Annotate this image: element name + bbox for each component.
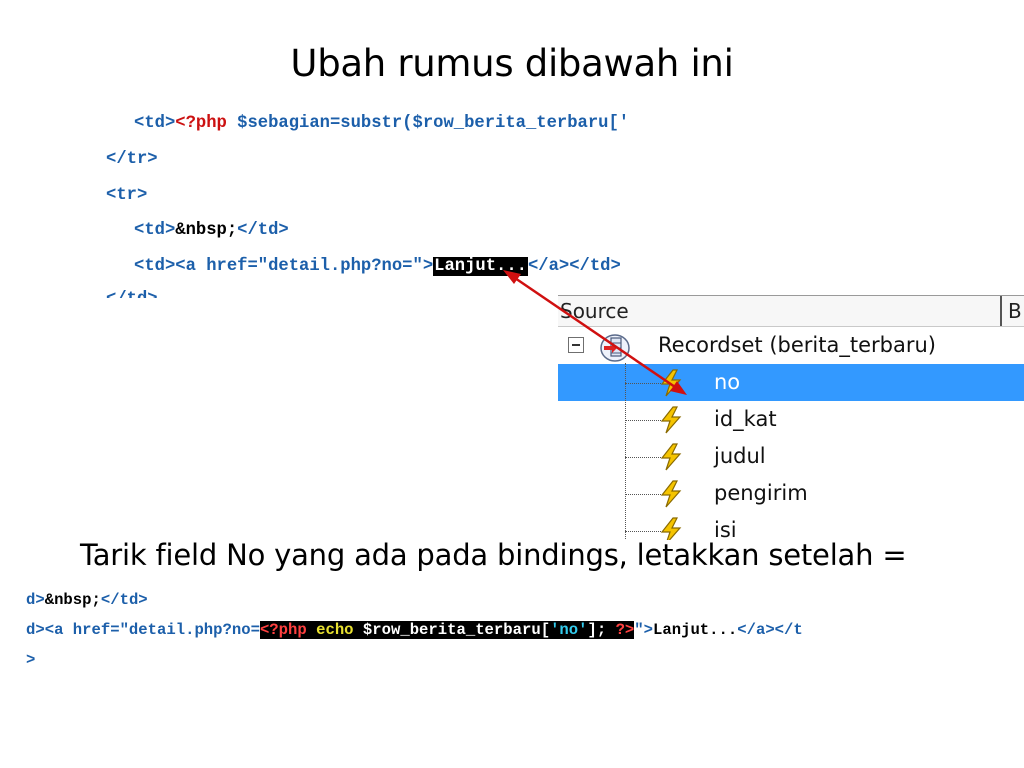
code-line-3: <tr> [106, 186, 148, 205]
code-line-4: <td>&nbsp;</td> [134, 221, 289, 241]
code-tag: <td> [134, 221, 176, 240]
link-text: Lanjut... [653, 621, 738, 639]
field-label: judul [714, 444, 766, 468]
href-value: "detail.php?no= [119, 621, 260, 639]
code-tag: </td> [100, 591, 148, 609]
field-bolt-icon [660, 443, 682, 471]
binding-column-header[interactable]: B [1008, 299, 1022, 323]
tree-connector [625, 363, 626, 540]
code-line-3: > [26, 651, 36, 669]
code-text: &nbsp; [44, 591, 101, 609]
php-echo: echo [306, 621, 363, 639]
php-end: ]; [587, 621, 616, 639]
php-open-tag: <?php [175, 114, 227, 133]
code-line-2: </tr> [106, 150, 158, 169]
php-open-tag: <?php [259, 621, 307, 639]
code-text: &nbsp; [175, 221, 238, 240]
field-bolt-icon [660, 480, 682, 508]
column-separator[interactable] [1000, 296, 1002, 326]
code-tag: </td> [237, 221, 289, 240]
code-tag: d> [26, 591, 45, 609]
slide-title: Ubah rumus dibawah ini [290, 42, 734, 85]
php-key: 'no' [550, 621, 588, 639]
bindings-header: Source B [558, 295, 1024, 327]
field-bolt-icon [660, 517, 682, 540]
code-tag: > [422, 257, 434, 276]
href-value: "> [634, 621, 654, 639]
field-label: id_kat [714, 407, 777, 431]
code-tag: </a></td> [527, 257, 621, 276]
code-tag: <td> [134, 114, 176, 133]
code-line-5: <td><a href="detail.php?no=">Lanjut...</… [134, 257, 621, 277]
code-snippet-before: <td><?php $sebagian=substr($row_berita_t… [0, 108, 790, 298]
php-code: $sebagian=substr($row_berita_terbaru[' [226, 114, 630, 133]
code-line-2: d><a href="detail.php?no=<?php echo $row… [26, 620, 803, 640]
inserted-php-code: <?php echo $row_berita_terbaru['no']; ?> [259, 621, 635, 639]
code-line-1: <td><?php $sebagian=substr($row_berita_t… [134, 114, 629, 134]
field-bolt-icon [660, 406, 682, 434]
code-snippet-after: d>&nbsp;</td> d><a href="detail.php?no=<… [0, 588, 1024, 678]
code-tag: <td><a href= [134, 257, 258, 276]
php-variable: $row_berita_terbaru[ [362, 621, 551, 639]
code-tag: </a></t [737, 621, 803, 639]
code-line-1: d>&nbsp;</td> [26, 590, 148, 610]
field-row-isi[interactable]: isi [558, 512, 1024, 540]
collapse-toggle-icon[interactable] [568, 337, 584, 353]
code-tag: d><a href= [26, 621, 120, 639]
source-column-header[interactable]: Source [560, 299, 629, 323]
selected-link-text: Lanjut... [433, 257, 528, 276]
field-label: isi [714, 518, 737, 540]
field-bolt-icon [660, 369, 682, 397]
bindings-panel: Source B Recordset (berita_terbaru) no i… [558, 295, 1024, 540]
field-label: no [714, 370, 741, 394]
href-value: "detail.php?no=" [257, 257, 423, 276]
recordset-label[interactable]: Recordset (berita_terbaru) [658, 333, 936, 357]
recordset-icon [600, 334, 630, 362]
field-label: pengirim [714, 481, 808, 505]
code-line-6: </td> [106, 290, 158, 298]
php-close-tag: ?> [615, 621, 635, 639]
instruction-text: Tarik field No yang ada pada bindings, l… [80, 538, 907, 572]
